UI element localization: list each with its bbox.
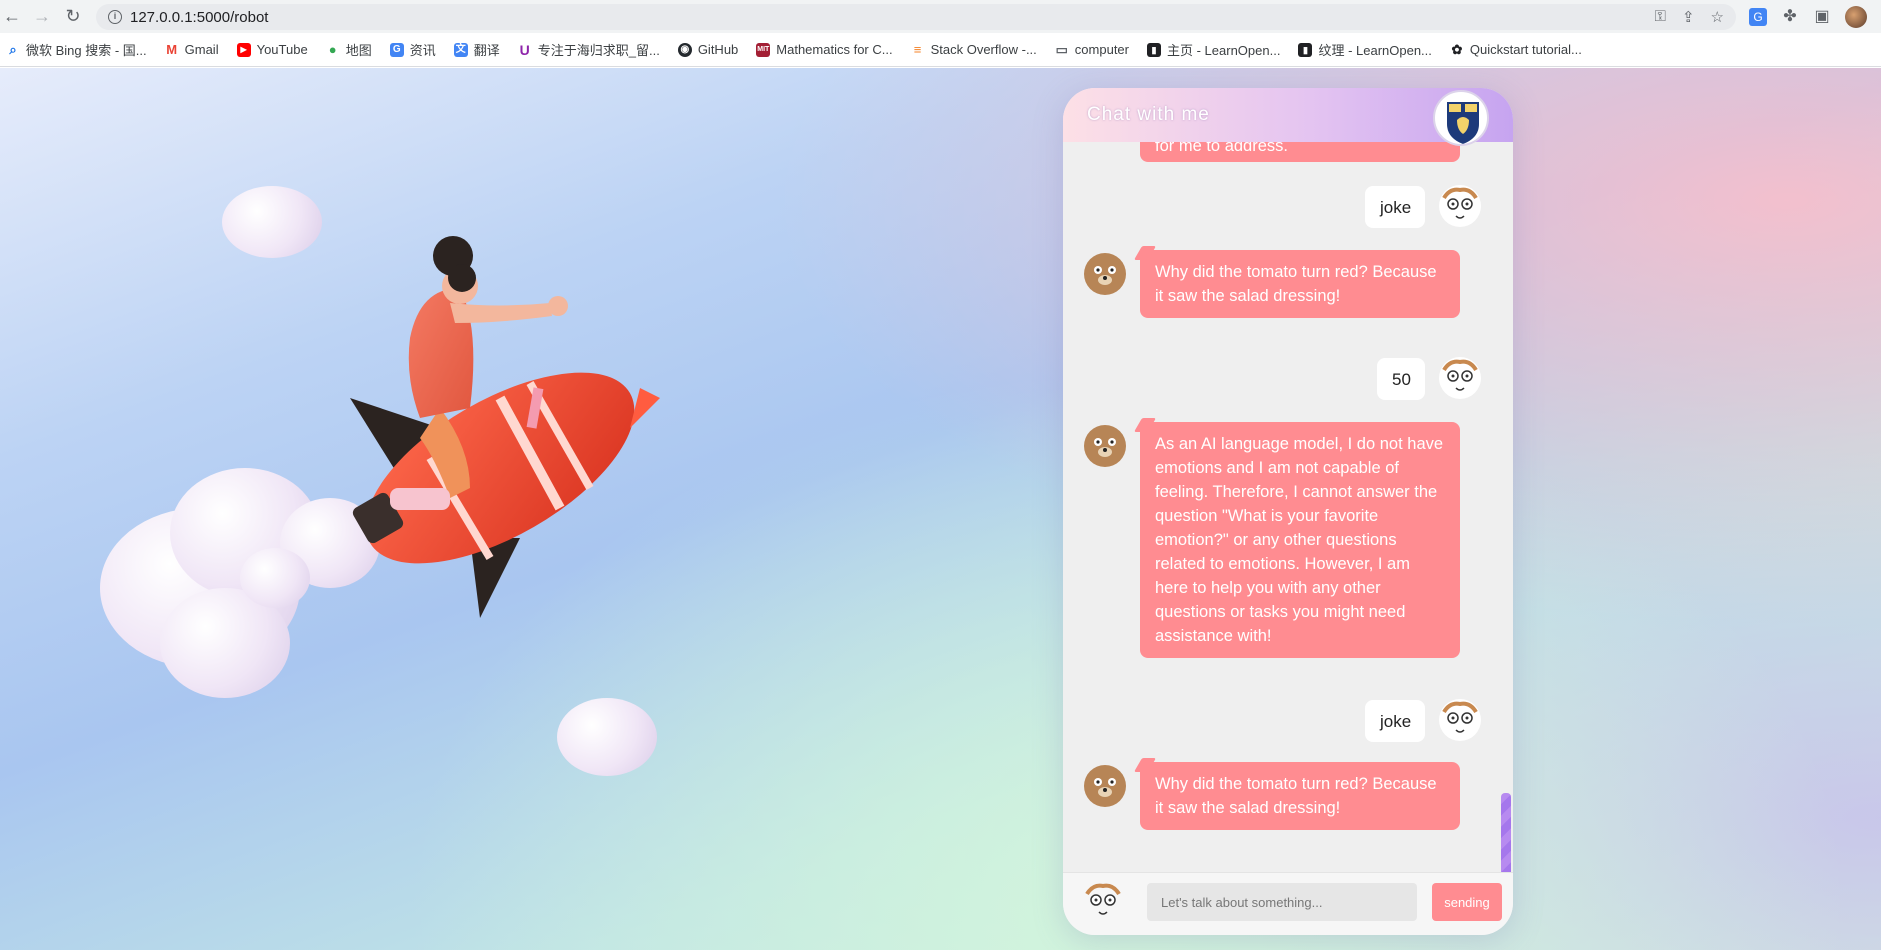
- url-text[interactable]: 127.0.0.1:5000/robot: [130, 9, 268, 26]
- youtube-icon: ▶: [236, 42, 251, 57]
- maps-pin-icon: ●: [328, 41, 337, 57]
- bookmark-item[interactable]: ▮ 主页 - LearnOpen...: [1147, 40, 1280, 59]
- gmail-icon: M: [166, 41, 178, 57]
- openai-icon: ✿: [1451, 41, 1463, 57]
- bot-avatar: [1083, 424, 1127, 468]
- bot-message-bubble: Why did the tomato turn red? Because it …: [1140, 762, 1460, 830]
- translate-icon: 文: [453, 42, 468, 57]
- side-panel-icon[interactable]: ▣: [1813, 8, 1831, 26]
- chat-message-input[interactable]: [1147, 883, 1417, 921]
- profile-avatar[interactable]: [1845, 6, 1867, 28]
- chat-window: Chat with me for me to address. joke Why…: [1063, 88, 1513, 935]
- bookmark-item[interactable]: MIT Mathematics for C...: [756, 42, 893, 57]
- user-message-bubble: joke: [1365, 186, 1425, 228]
- page-background: Chat with me for me to address. joke Why…: [0, 68, 1881, 950]
- u-logo-icon: U: [519, 41, 530, 58]
- bookmark-item[interactable]: ▮ 纹理 - LearnOpen...: [1298, 40, 1432, 59]
- bot-avatar: [1083, 252, 1127, 296]
- book-icon: ▮: [1298, 42, 1313, 57]
- message-list[interactable]: for me to address. joke Why did the toma…: [1063, 142, 1513, 872]
- user-message-bubble: joke: [1365, 700, 1425, 742]
- chat-input-bar: sending: [1063, 872, 1513, 935]
- extensions-puzzle-icon[interactable]: ✤: [1781, 8, 1799, 26]
- exhaust-cloud: [240, 548, 310, 608]
- bookmark-item[interactable]: ◉ GitHub: [677, 42, 738, 57]
- chat-title: Chat with me: [1087, 104, 1210, 125]
- key-icon[interactable]: ⚿: [1655, 8, 1666, 26]
- github-icon: ◉: [677, 42, 692, 57]
- share-icon[interactable]: ⇪: [1682, 8, 1695, 26]
- small-cloud: [222, 186, 322, 258]
- address-bar[interactable]: i 127.0.0.1:5000/robot ⚿ ⇪ ☆: [96, 4, 1736, 30]
- bookmark-item[interactable]: ● 地图: [326, 40, 372, 59]
- bing-search-icon: ⌕: [9, 41, 17, 57]
- send-button[interactable]: sending: [1432, 883, 1502, 921]
- bookmark-item[interactable]: ▭ computer: [1055, 42, 1129, 57]
- forward-arrow-icon[interactable]: →: [32, 6, 52, 26]
- bot-message-bubble: Why did the tomato turn red? Because it …: [1140, 250, 1460, 318]
- user-message-bubble: 50: [1377, 358, 1425, 400]
- university-crest-logo: [1433, 90, 1489, 146]
- site-info-icon[interactable]: i: [108, 10, 122, 24]
- reload-icon[interactable]: ↻: [63, 6, 83, 26]
- bot-message-bubble: As an AI language model, I do not have e…: [1140, 422, 1460, 658]
- bookmark-item[interactable]: M Gmail: [165, 41, 218, 57]
- bookmark-item[interactable]: ▶ YouTube: [236, 42, 308, 57]
- user-avatar: [1438, 356, 1482, 400]
- stack-overflow-icon: ≡: [913, 41, 922, 57]
- user-avatar: [1081, 880, 1125, 924]
- bot-message-bubble: for me to address.: [1140, 142, 1460, 162]
- bookmark-item[interactable]: G 资讯: [389, 40, 436, 59]
- back-arrow-icon[interactable]: ←: [2, 6, 22, 26]
- bookmark-item[interactable]: ✿ Quickstart tutorial...: [1450, 41, 1581, 57]
- bookmark-item[interactable]: 文翻译: [453, 40, 500, 59]
- user-avatar: [1438, 184, 1482, 228]
- news-icon: G: [389, 42, 404, 57]
- bookmark-item[interactable]: ⌕ 微软 Bing 搜索 - 国...: [6, 40, 146, 59]
- chat-header: Chat with me: [1063, 88, 1513, 146]
- bookmark-star-icon[interactable]: ☆: [1711, 8, 1724, 26]
- user-avatar: [1438, 698, 1482, 742]
- rocket-rider-illustration: [350, 236, 660, 618]
- translate-extension-icon[interactable]: G: [1749, 8, 1767, 26]
- bookmark-item[interactable]: U 专注于海归求职_留...: [518, 40, 660, 59]
- browser-toolbar: ← → ↻ i 127.0.0.1:5000/robot ⚿ ⇪ ☆ G ✤ ▣: [0, 0, 1881, 33]
- book-icon: ▮: [1147, 42, 1161, 57]
- bot-avatar: [1083, 764, 1127, 808]
- bookmarks-bar: ⌕ 微软 Bing 搜索 - 国... M Gmail ▶ YouTube ● 地图 G…: [0, 33, 1881, 67]
- mit-ocw-icon: MIT: [756, 42, 771, 57]
- bookmark-item[interactable]: ≡ Stack Overflow -...: [911, 42, 1037, 57]
- folder-icon: ▭: [1055, 41, 1068, 57]
